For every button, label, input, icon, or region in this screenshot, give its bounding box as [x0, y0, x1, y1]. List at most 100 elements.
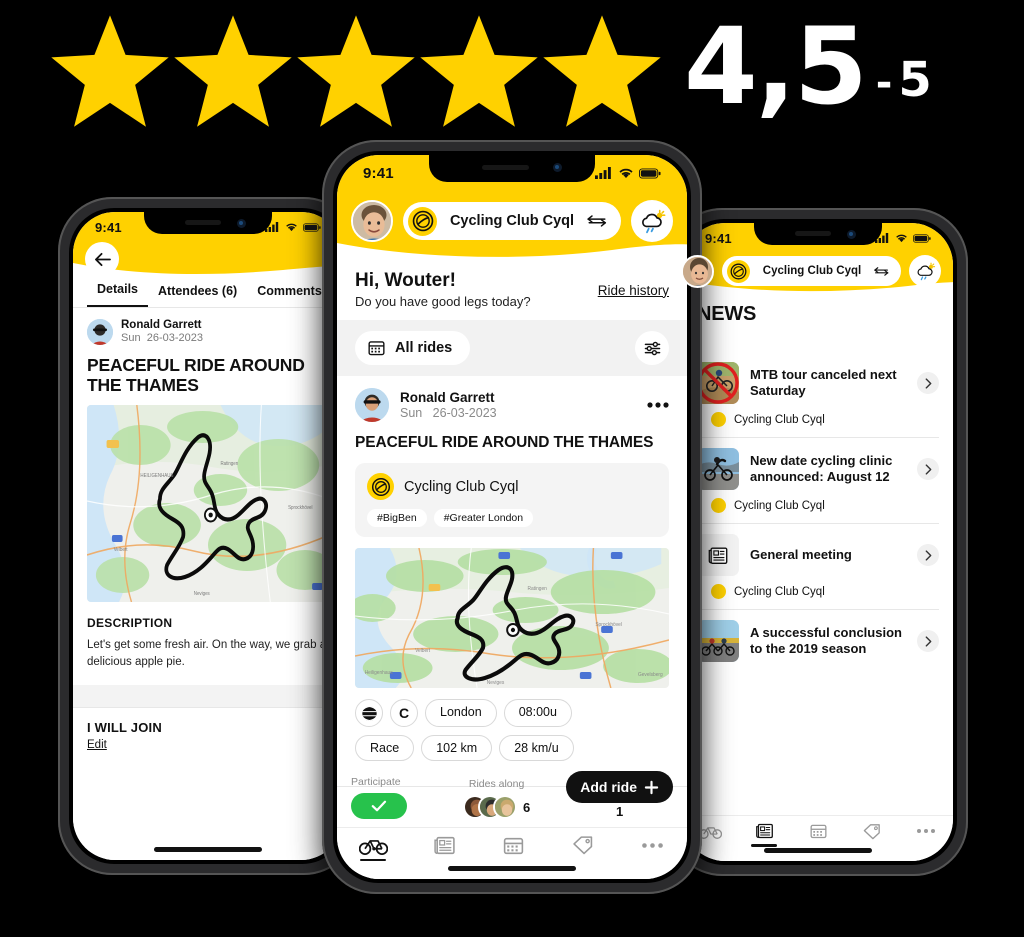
all-rides-filter[interactable]: All rides — [355, 331, 471, 365]
post-club-card[interactable]: Cycling Club Cyql #BigBen #Greater Londo… — [355, 463, 669, 538]
edit-link[interactable]: Edit — [87, 739, 107, 751]
rating-max: 5 — [898, 52, 932, 108]
back-button[interactable] — [85, 242, 119, 276]
right-content: NEWS MTB tour canceled next Saturday Cyc… — [683, 293, 953, 815]
rating-score: 4,5 — [684, 5, 868, 128]
tab-details[interactable]: Details — [87, 276, 148, 307]
phone-left: 9:41 Details Attendees (6) Comments Rona… — [58, 197, 358, 875]
ride-history-link[interactable]: Ride history — [598, 283, 669, 298]
rides-along-block: Rides along 6 — [437, 778, 556, 819]
news-title: MTB tour canceled next Saturday — [750, 367, 897, 398]
tab-comments[interactable]: Comments — [247, 278, 332, 307]
description-body: Let's get some fresh air. On the way, we… — [87, 639, 327, 668]
news-club-name: Cycling Club Cyql — [734, 413, 825, 426]
rating-banner: 4,5 - 5 — [0, 0, 1024, 140]
tab-more[interactable] — [913, 828, 939, 841]
tab-calendar[interactable] — [805, 822, 831, 847]
news-club: Cycling Club Cyql — [697, 576, 939, 609]
check-icon — [371, 800, 387, 812]
filter-settings-button[interactable] — [635, 331, 669, 365]
tab-calendar[interactable] — [500, 835, 526, 863]
tab-news[interactable] — [431, 835, 457, 863]
arrow-left-icon — [94, 252, 111, 266]
club-selector[interactable]: Cycling Club Cyql — [722, 256, 901, 286]
more-icon — [641, 842, 663, 848]
tag-chip[interactable]: #Greater London — [433, 509, 534, 528]
chevron-right-icon[interactable] — [917, 544, 939, 566]
phone-center: 9:41 Cycling Club Cyql Hi, Wouter! Do yo… — [322, 140, 702, 894]
ride-chips-row-2: Race 102 km 28 km/u — [337, 735, 687, 762]
user-avatar[interactable] — [683, 254, 714, 288]
svg-text:Sprockhövel: Sprockhövel — [595, 622, 622, 628]
status-time: 9:41 — [363, 164, 394, 182]
notch — [144, 212, 272, 234]
author-day: Sun — [121, 332, 141, 345]
svg-text:Heiligenhaus: Heiligenhaus — [365, 670, 393, 676]
weather-button[interactable] — [909, 255, 941, 287]
club-logo-icon — [408, 206, 437, 236]
category-chip[interactable]: C — [390, 699, 418, 728]
chevron-right-icon[interactable] — [917, 458, 939, 480]
tab-more[interactable] — [639, 842, 665, 856]
news-list-item[interactable]: A successful conclusion to the 2019 seas… — [683, 610, 953, 662]
location-chip[interactable]: London — [425, 699, 497, 728]
greeting-subtitle: Do you have good legs today? — [355, 294, 531, 310]
news-thumbnail — [697, 620, 739, 662]
author-date: Sun 26-03-2023 — [121, 332, 203, 346]
distance-chip[interactable]: 102 km — [421, 735, 493, 762]
star-icon — [174, 14, 292, 127]
news-title: New date cycling clinic announced: Augus… — [750, 453, 893, 484]
news-list-item[interactable]: New date cycling clinic announced: Augus… — [683, 438, 953, 523]
add-ride-count: 1 — [615, 804, 624, 819]
news-club: Cycling Club Cyql — [697, 404, 939, 437]
status-time: 9:41 — [705, 230, 732, 246]
more-horizontal-icon[interactable] — [647, 402, 669, 408]
avatar[interactable] — [355, 388, 389, 422]
news-title: General meeting — [750, 547, 852, 563]
tab-tags[interactable] — [859, 823, 885, 847]
svg-text:Neviges: Neviges — [194, 591, 211, 597]
club-name: Cycling Club Cyql — [762, 265, 862, 277]
ridetype-chip[interactable]: Race — [355, 735, 415, 762]
globe-chip[interactable] — [355, 699, 383, 728]
rides-along-avatars[interactable]: 6 — [462, 795, 530, 819]
user-avatar[interactable] — [351, 200, 393, 242]
tab-attendees[interactable]: Attendees (6) — [148, 278, 247, 307]
tab-rides[interactable] — [358, 836, 388, 862]
wifi-icon — [619, 168, 633, 179]
star-icon — [543, 14, 661, 127]
club-logo-icon — [727, 259, 750, 283]
news-list-item[interactable]: MTB tour canceled next Saturday Cycling … — [683, 352, 953, 437]
tab-tags[interactable] — [570, 835, 596, 862]
wifi-icon — [896, 234, 907, 243]
all-rides-label: All rides — [395, 340, 453, 356]
news-list-item[interactable]: General meeting Cycling Club Cyql — [683, 524, 953, 609]
phone-left-screen: 9:41 Details Attendees (6) Comments Rona… — [73, 212, 343, 860]
newspaper-icon — [433, 836, 455, 854]
tab-news[interactable] — [751, 822, 777, 847]
route-map[interactable]: Ratingen Sprockhövel Velbert Neviges Heili… — [355, 548, 669, 689]
news-club-name: Cycling Club Cyql — [734, 585, 825, 598]
home-indicator — [764, 848, 872, 853]
chevron-right-icon[interactable] — [917, 630, 939, 652]
news-title: A successful conclusion to the 2019 seas… — [750, 625, 902, 656]
participate-button[interactable] — [351, 793, 407, 819]
time-chip[interactable]: 08:00u — [503, 699, 572, 728]
club-selector[interactable]: Cycling Club Cyql — [403, 202, 621, 240]
ride-action-bar: Participate Rides along 6 Add ride 1 — [337, 771, 687, 827]
speed-chip[interactable]: 28 km/u — [499, 735, 574, 762]
add-ride-button[interactable]: Add ride — [566, 771, 673, 803]
post-title: PEACEFUL RIDE AROUND THE THAMES — [355, 434, 654, 451]
svg-text:Velbert: Velbert — [415, 648, 431, 654]
cloud-sun-rain-icon — [917, 262, 935, 280]
join-section: I WILL JOIN Edit — [73, 708, 343, 753]
battery-icon — [303, 222, 321, 232]
svg-text:Ratingen: Ratingen — [220, 461, 238, 467]
participate-label: Participate — [351, 776, 401, 788]
route-map[interactable]: Ratingen Sprockhövel Velbert Neviges HEILI… — [87, 405, 329, 603]
chevron-right-icon[interactable] — [917, 372, 939, 394]
post-author-row: Ronald Garrett Sun 26-03-2023 — [337, 376, 687, 422]
weather-button[interactable] — [631, 200, 673, 242]
tag-chip[interactable]: #BigBen — [367, 509, 427, 528]
battery-icon — [639, 167, 661, 179]
